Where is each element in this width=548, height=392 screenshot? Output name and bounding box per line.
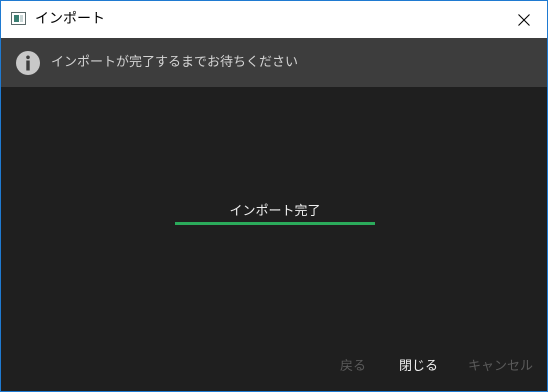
import-dialog: インポート インポートが完了するまでお待ちください インポート完了 戻る 閉じる… bbox=[0, 0, 548, 392]
progress-label: インポート完了 bbox=[229, 204, 321, 219]
close-icon bbox=[518, 13, 530, 26]
info-icon bbox=[16, 51, 40, 75]
close-button[interactable]: 閉じる bbox=[399, 358, 438, 376]
info-message: インポートが完了するまでお待ちください bbox=[51, 55, 299, 70]
title-bar[interactable]: インポート bbox=[1, 1, 547, 38]
window-app-icon bbox=[11, 12, 26, 25]
cancel-button[interactable]: キャンセル bbox=[468, 358, 533, 376]
progress-bar-fill bbox=[175, 222, 375, 225]
window-title: インポート bbox=[35, 11, 105, 27]
close-window-button[interactable] bbox=[501, 1, 547, 38]
progress-bar bbox=[175, 222, 375, 225]
info-bar: インポートが完了するまでお待ちください bbox=[1, 38, 547, 87]
back-button[interactable]: 戻る bbox=[340, 358, 366, 376]
